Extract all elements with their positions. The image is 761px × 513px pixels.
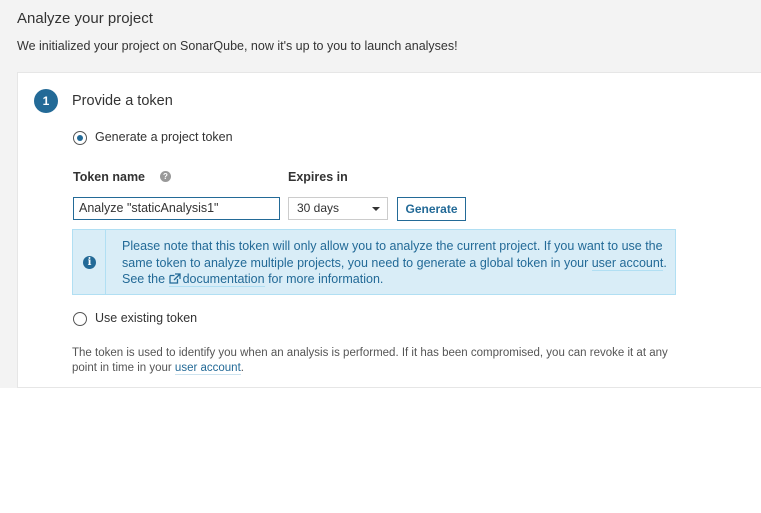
token-footnote: The token is used to identify you when a… [72,346,692,376]
alert-icon-column: i [73,230,106,294]
existing-token-label[interactable]: Use existing token [95,311,197,325]
step-number-badge: 1 [34,89,58,113]
user-account-link[interactable]: user account [591,255,664,271]
info-icon: i [83,256,96,269]
footnote-text-part: . [240,362,244,374]
generate-token-radio[interactable] [73,131,87,145]
footnote-user-account-link[interactable]: user account [174,362,241,375]
footnote-text-part: The token is used to identify you when a… [72,347,668,374]
help-icon[interactable]: ? [160,171,171,182]
existing-token-radio[interactable] [73,312,87,326]
expires-in-value: 30 days [297,201,340,215]
token-name-input[interactable]: Analyze "staticAnalysis1" [73,197,280,220]
alert-text-part: Please note that this token will only al… [122,239,663,270]
info-alert: i Please note that this token will only … [72,229,676,295]
token-name-label: Token name [73,170,146,184]
documentation-link[interactable]: documentation [168,272,265,287]
alert-text-part: for more information. [264,272,384,286]
alert-message: Please note that this token will only al… [122,238,672,288]
documentation-link-label: documentation [182,272,265,286]
step-title: Provide a token [72,93,173,109]
generate-button[interactable]: Generate [397,197,466,221]
page-title: Analyze your project [17,10,153,27]
expires-in-select[interactable]: 30 days [288,197,388,220]
page-subtitle: We initialized your project on SonarQube… [17,39,458,53]
generate-token-label[interactable]: Generate a project token [95,130,233,144]
caret-down-icon [372,207,380,211]
expires-in-label: Expires in [288,170,348,184]
external-link-icon [168,273,181,284]
